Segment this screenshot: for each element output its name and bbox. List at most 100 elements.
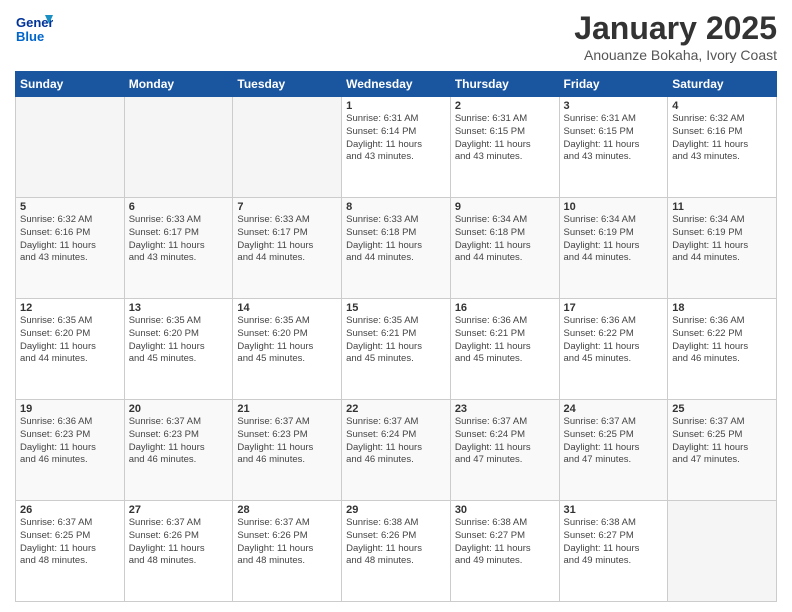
calendar-cell: 6Sunrise: 6:33 AM Sunset: 6:17 PM Daylig… bbox=[124, 198, 233, 299]
day-info: Sunrise: 6:37 AM Sunset: 6:25 PM Dayligh… bbox=[20, 517, 120, 568]
calendar-cell: 5Sunrise: 6:32 AM Sunset: 6:16 PM Daylig… bbox=[16, 198, 125, 299]
logo-svg: General Blue bbox=[15, 10, 53, 48]
calendar-cell: 16Sunrise: 6:36 AM Sunset: 6:21 PM Dayli… bbox=[450, 299, 559, 400]
calendar-cell: 30Sunrise: 6:38 AM Sunset: 6:27 PM Dayli… bbox=[450, 501, 559, 602]
day-info: Sunrise: 6:38 AM Sunset: 6:27 PM Dayligh… bbox=[455, 517, 555, 568]
calendar-cell: 24Sunrise: 6:37 AM Sunset: 6:25 PM Dayli… bbox=[559, 400, 668, 501]
calendar-cell: 31Sunrise: 6:38 AM Sunset: 6:27 PM Dayli… bbox=[559, 501, 668, 602]
day-number: 22 bbox=[346, 403, 446, 415]
week-row-1: 1Sunrise: 6:31 AM Sunset: 6:14 PM Daylig… bbox=[16, 97, 777, 198]
week-row-2: 5Sunrise: 6:32 AM Sunset: 6:16 PM Daylig… bbox=[16, 198, 777, 299]
day-info: Sunrise: 6:38 AM Sunset: 6:27 PM Dayligh… bbox=[564, 517, 664, 568]
calendar-body: 1Sunrise: 6:31 AM Sunset: 6:14 PM Daylig… bbox=[16, 97, 777, 602]
day-number: 28 bbox=[237, 504, 337, 516]
calendar-cell: 27Sunrise: 6:37 AM Sunset: 6:26 PM Dayli… bbox=[124, 501, 233, 602]
svg-text:Blue: Blue bbox=[16, 29, 44, 44]
calendar-cell: 1Sunrise: 6:31 AM Sunset: 6:14 PM Daylig… bbox=[342, 97, 451, 198]
day-number: 9 bbox=[455, 201, 555, 213]
calendar-cell: 26Sunrise: 6:37 AM Sunset: 6:25 PM Dayli… bbox=[16, 501, 125, 602]
day-info: Sunrise: 6:31 AM Sunset: 6:14 PM Dayligh… bbox=[346, 113, 446, 164]
calendar-cell bbox=[16, 97, 125, 198]
weekday-monday: Monday bbox=[124, 72, 233, 97]
day-number: 7 bbox=[237, 201, 337, 213]
day-info: Sunrise: 6:38 AM Sunset: 6:26 PM Dayligh… bbox=[346, 517, 446, 568]
day-number: 14 bbox=[237, 302, 337, 314]
calendar-cell: 19Sunrise: 6:36 AM Sunset: 6:23 PM Dayli… bbox=[16, 400, 125, 501]
day-number: 3 bbox=[564, 100, 664, 112]
weekday-tuesday: Tuesday bbox=[233, 72, 342, 97]
calendar-cell: 15Sunrise: 6:35 AM Sunset: 6:21 PM Dayli… bbox=[342, 299, 451, 400]
day-number: 30 bbox=[455, 504, 555, 516]
day-number: 26 bbox=[20, 504, 120, 516]
weekday-header: SundayMondayTuesdayWednesdayThursdayFrid… bbox=[16, 72, 777, 97]
calendar-cell: 20Sunrise: 6:37 AM Sunset: 6:23 PM Dayli… bbox=[124, 400, 233, 501]
day-info: Sunrise: 6:34 AM Sunset: 6:18 PM Dayligh… bbox=[455, 214, 555, 265]
day-info: Sunrise: 6:34 AM Sunset: 6:19 PM Dayligh… bbox=[564, 214, 664, 265]
calendar-cell bbox=[233, 97, 342, 198]
day-number: 18 bbox=[672, 302, 772, 314]
day-number: 20 bbox=[129, 403, 229, 415]
day-number: 10 bbox=[564, 201, 664, 213]
calendar-cell: 13Sunrise: 6:35 AM Sunset: 6:20 PM Dayli… bbox=[124, 299, 233, 400]
day-info: Sunrise: 6:37 AM Sunset: 6:25 PM Dayligh… bbox=[672, 416, 772, 467]
day-number: 8 bbox=[346, 201, 446, 213]
weekday-friday: Friday bbox=[559, 72, 668, 97]
day-info: Sunrise: 6:35 AM Sunset: 6:20 PM Dayligh… bbox=[129, 315, 229, 366]
page: General Blue January 2025 Anouanze Bokah… bbox=[0, 0, 792, 612]
day-info: Sunrise: 6:36 AM Sunset: 6:21 PM Dayligh… bbox=[455, 315, 555, 366]
calendar-cell: 14Sunrise: 6:35 AM Sunset: 6:20 PM Dayli… bbox=[233, 299, 342, 400]
calendar-cell: 3Sunrise: 6:31 AM Sunset: 6:15 PM Daylig… bbox=[559, 97, 668, 198]
day-info: Sunrise: 6:37 AM Sunset: 6:23 PM Dayligh… bbox=[237, 416, 337, 467]
subtitle: Anouanze Bokaha, Ivory Coast bbox=[574, 47, 777, 63]
day-number: 12 bbox=[20, 302, 120, 314]
day-number: 2 bbox=[455, 100, 555, 112]
day-number: 11 bbox=[672, 201, 772, 213]
day-number: 13 bbox=[129, 302, 229, 314]
day-number: 27 bbox=[129, 504, 229, 516]
week-row-3: 12 Sunrise: 6:35 AM Sunset: 6:20 PM Dayli… bbox=[16, 299, 777, 400]
day-number: 25 bbox=[672, 403, 772, 415]
day-number: 17 bbox=[564, 302, 664, 314]
week-row-5: 26Sunrise: 6:37 AM Sunset: 6:25 PM Dayli… bbox=[16, 501, 777, 602]
day-info: Sunrise: 6:37 AM Sunset: 6:25 PM Dayligh… bbox=[564, 416, 664, 467]
day-info: Sunrise: 6:36 AM Sunset: 6:22 PM Dayligh… bbox=[672, 315, 772, 366]
day-info: Sunrise: 6:32 AM Sunset: 6:16 PM Dayligh… bbox=[672, 113, 772, 164]
calendar-cell: 25Sunrise: 6:37 AM Sunset: 6:25 PM Dayli… bbox=[668, 400, 777, 501]
calendar-cell bbox=[124, 97, 233, 198]
day-info: Sunrise: 6:37 AM Sunset: 6:23 PM Dayligh… bbox=[129, 416, 229, 467]
weekday-saturday: Saturday bbox=[668, 72, 777, 97]
day-number: 5 bbox=[20, 201, 120, 213]
calendar-cell: 23Sunrise: 6:37 AM Sunset: 6:24 PM Dayli… bbox=[450, 400, 559, 501]
day-info: Sunrise: 6:32 AM Sunset: 6:16 PM Dayligh… bbox=[20, 214, 120, 265]
calendar-cell: 22Sunrise: 6:37 AM Sunset: 6:24 PM Dayli… bbox=[342, 400, 451, 501]
logo: General Blue bbox=[15, 10, 53, 48]
weekday-wednesday: Wednesday bbox=[342, 72, 451, 97]
title-block: January 2025 Anouanze Bokaha, Ivory Coas… bbox=[574, 10, 777, 63]
calendar-cell: 9Sunrise: 6:34 AM Sunset: 6:18 PM Daylig… bbox=[450, 198, 559, 299]
calendar-cell: 7Sunrise: 6:33 AM Sunset: 6:17 PM Daylig… bbox=[233, 198, 342, 299]
day-number: 19 bbox=[20, 403, 120, 415]
day-info: Sunrise: 6:31 AM Sunset: 6:15 PM Dayligh… bbox=[564, 113, 664, 164]
weekday-sunday: Sunday bbox=[16, 72, 125, 97]
calendar-cell: 17Sunrise: 6:36 AM Sunset: 6:22 PM Dayli… bbox=[559, 299, 668, 400]
week-row-4: 19Sunrise: 6:36 AM Sunset: 6:23 PM Dayli… bbox=[16, 400, 777, 501]
day-number: 21 bbox=[237, 403, 337, 415]
day-info: Sunrise: 6:31 AM Sunset: 6:15 PM Dayligh… bbox=[455, 113, 555, 164]
calendar-cell: 2Sunrise: 6:31 AM Sunset: 6:15 PM Daylig… bbox=[450, 97, 559, 198]
day-info: Sunrise: 6:36 AM Sunset: 6:22 PM Dayligh… bbox=[564, 315, 664, 366]
day-number: 23 bbox=[455, 403, 555, 415]
day-info: Sunrise: 6:34 AM Sunset: 6:19 PM Dayligh… bbox=[672, 214, 772, 265]
calendar-cell: 4Sunrise: 6:32 AM Sunset: 6:16 PM Daylig… bbox=[668, 97, 777, 198]
calendar-cell: 21Sunrise: 6:37 AM Sunset: 6:23 PM Dayli… bbox=[233, 400, 342, 501]
day-info: Sunrise: 6:35 AM Sunset: 6:21 PM Dayligh… bbox=[346, 315, 446, 366]
day-number: 15 bbox=[346, 302, 446, 314]
day-info: Sunrise: 6:37 AM Sunset: 6:24 PM Dayligh… bbox=[346, 416, 446, 467]
day-info: Sunrise: 6:35 AM Sunset: 6:20 PM Dayligh… bbox=[237, 315, 337, 366]
day-number: 24 bbox=[564, 403, 664, 415]
day-info: Sunrise: 6:33 AM Sunset: 6:17 PM Dayligh… bbox=[129, 214, 229, 265]
calendar-cell: 8Sunrise: 6:33 AM Sunset: 6:18 PM Daylig… bbox=[342, 198, 451, 299]
day-info: Sunrise: 6:33 AM Sunset: 6:18 PM Dayligh… bbox=[346, 214, 446, 265]
day-info: Sunrise: 6:37 AM Sunset: 6:26 PM Dayligh… bbox=[237, 517, 337, 568]
calendar-cell: 28Sunrise: 6:37 AM Sunset: 6:26 PM Dayli… bbox=[233, 501, 342, 602]
day-number: 29 bbox=[346, 504, 446, 516]
